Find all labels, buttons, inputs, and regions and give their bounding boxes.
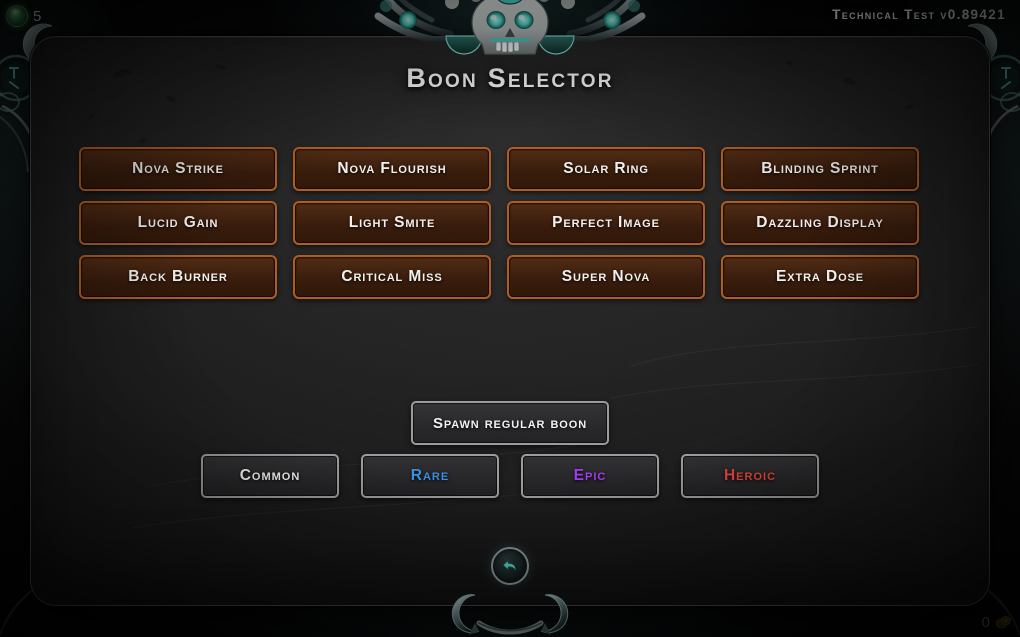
rarity-button-rare[interactable]: Rare	[361, 454, 499, 498]
boon-label: Nova Strike	[132, 160, 224, 177]
page-title: Boon Selector	[406, 63, 614, 93]
boon-label: Super Nova	[561, 268, 651, 285]
boon-button-critical-miss[interactable]: Critical Miss	[293, 255, 491, 299]
hud-orb-count: 5	[33, 7, 42, 25]
spawn-button-label: Spawn regular boon	[432, 414, 588, 432]
version-label: Technical Test v0.89421	[832, 7, 1006, 22]
rarity-button-heroic[interactable]: Heroic	[681, 454, 819, 498]
boon-label: Perfect Image	[552, 214, 660, 231]
rarity-label: Common	[239, 467, 301, 484]
boon-button-nova-flourish[interactable]: Nova Flourish	[293, 147, 491, 191]
hud-coin-count: 0	[981, 614, 990, 631]
boon-button-light-smite[interactable]: Light Smite	[293, 201, 491, 245]
boon-label: Solar Ring	[563, 160, 649, 177]
boon-button-super-nova[interactable]: Super Nova	[507, 255, 705, 299]
rarity-label: Epic	[573, 467, 607, 484]
boon-button-back-burner[interactable]: Back Burner	[79, 255, 277, 299]
boon-label: Light Smite	[348, 214, 436, 231]
panel-texture	[31, 37, 989, 605]
boon-label: Nova Flourish	[337, 160, 447, 177]
spawn-regular-boon-button[interactable]: Spawn regular boon	[411, 401, 609, 445]
boon-label: Back Burner	[128, 268, 228, 285]
boon-button-extra-dose[interactable]: Extra Dose	[721, 255, 919, 299]
boon-button-nova-strike[interactable]: Nova Strike	[79, 147, 277, 191]
boon-button-solar-ring[interactable]: Solar Ring	[507, 147, 705, 191]
rarity-button-common[interactable]: Common	[201, 454, 339, 498]
green-orb-icon	[6, 5, 28, 27]
boon-button-dazzling-display[interactable]: Dazzling Display	[721, 201, 919, 245]
game-screen: Boon Selector Nova Strike Nova Flourish …	[0, 0, 1020, 637]
rarity-selector: Common Rare Epic Heroic	[201, 454, 819, 498]
boon-button-lucid-gain[interactable]: Lucid Gain	[79, 201, 277, 245]
boon-label: Blinding Sprint	[761, 160, 879, 177]
boon-label: Dazzling Display	[756, 214, 884, 231]
boon-grid: Nova Strike Nova Flourish Solar Ring Bli…	[79, 147, 943, 299]
rarity-label: Heroic	[723, 467, 777, 484]
back-arrow-icon	[502, 560, 516, 571]
boon-button-blinding-sprint[interactable]: Blinding Sprint	[721, 147, 919, 191]
hud-top-left: 5	[6, 5, 42, 27]
boon-button-perfect-image[interactable]: Perfect Image	[507, 201, 705, 245]
boon-label: Critical Miss	[341, 268, 443, 285]
boon-label: Lucid Gain	[137, 214, 219, 231]
coin-icon	[996, 615, 1011, 629]
hud-bottom-right: 0	[982, 614, 1012, 631]
boon-selector-panel: Boon Selector Nova Strike Nova Flourish …	[30, 36, 990, 606]
rarity-label: Rare	[410, 467, 450, 484]
back-button[interactable]	[491, 547, 529, 585]
rarity-button-epic[interactable]: Epic	[521, 454, 659, 498]
boon-label: Extra Dose	[775, 268, 864, 285]
